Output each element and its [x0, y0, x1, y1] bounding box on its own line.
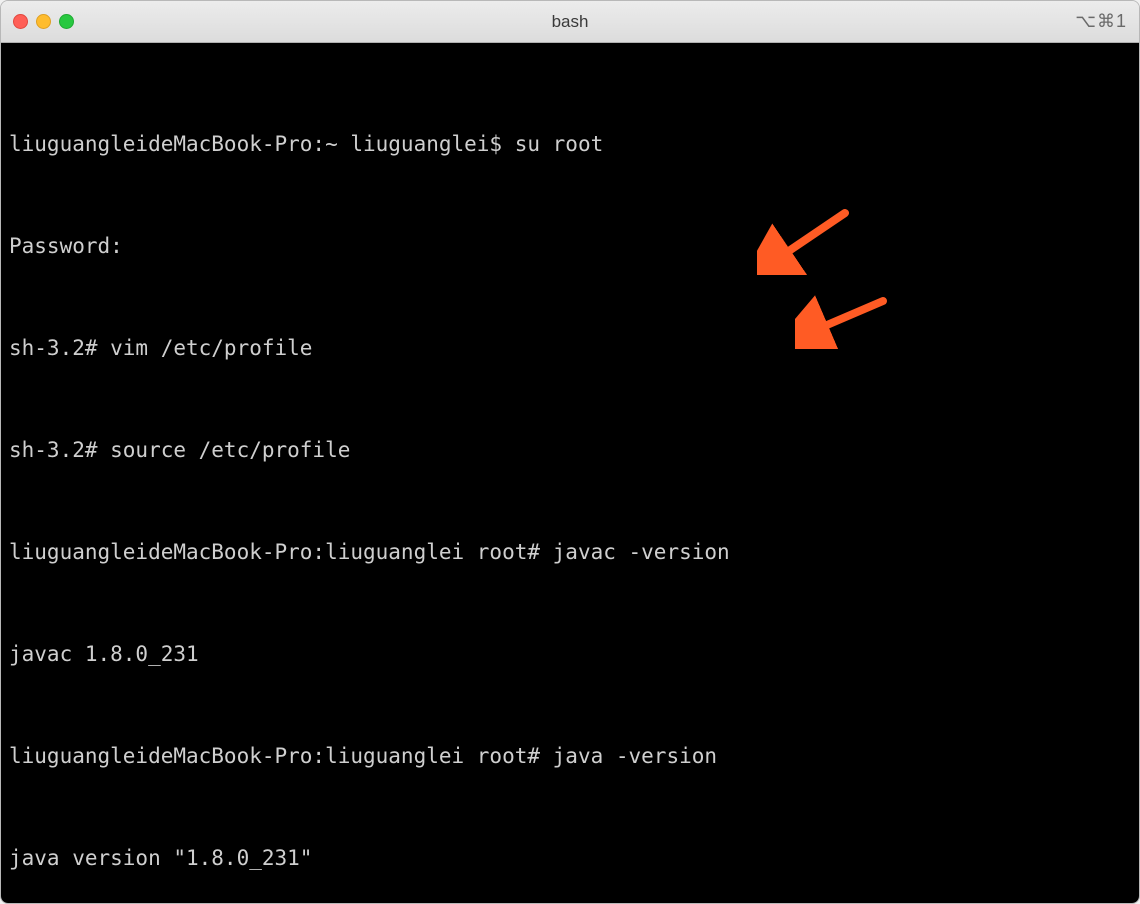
terminal-line: java version "1.8.0_231"	[9, 841, 1131, 875]
terminal-line: liuguangleideMacBook-Pro:~ liuguanglei$ …	[9, 127, 1131, 161]
shortcut-indicator: ⌥⌘1	[1075, 11, 1127, 32]
window-title: bash	[552, 12, 589, 32]
terminal-content[interactable]: liuguangleideMacBook-Pro:~ liuguanglei$ …	[1, 43, 1139, 903]
terminal-window: bash ⌥⌘1 liuguangleideMacBook-Pro:~ liug…	[0, 0, 1140, 904]
close-button[interactable]	[13, 14, 28, 29]
terminal-line: Password:	[9, 229, 1131, 263]
terminal-line: liuguangleideMacBook-Pro:liuguanglei roo…	[9, 535, 1131, 569]
traffic-lights	[13, 14, 74, 29]
terminal-line: liuguangleideMacBook-Pro:liuguanglei roo…	[9, 739, 1131, 773]
terminal-line: javac 1.8.0_231	[9, 637, 1131, 671]
minimize-button[interactable]	[36, 14, 51, 29]
titlebar[interactable]: bash ⌥⌘1	[1, 1, 1139, 43]
terminal-line: sh-3.2# vim /etc/profile	[9, 331, 1131, 365]
terminal-line: sh-3.2# source /etc/profile	[9, 433, 1131, 467]
maximize-button[interactable]	[59, 14, 74, 29]
